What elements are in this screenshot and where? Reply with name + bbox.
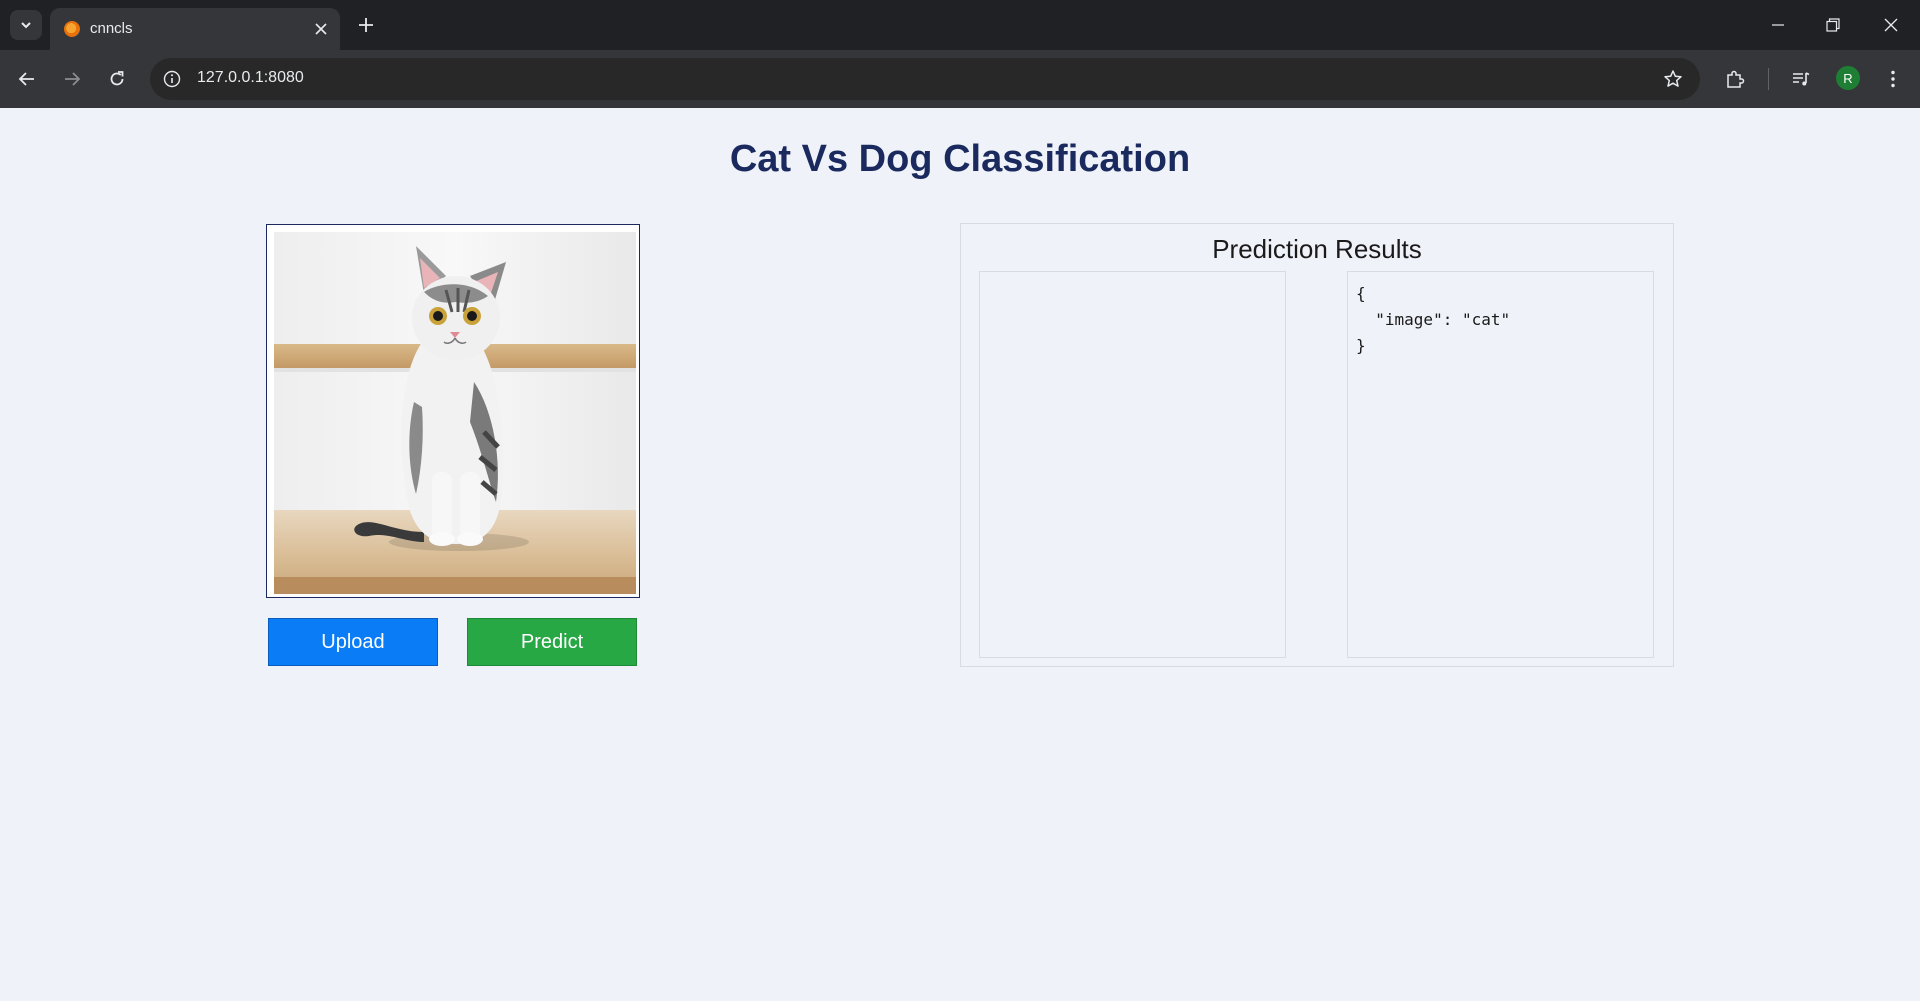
back-button[interactable] <box>11 63 43 95</box>
tab-search-button[interactable] <box>10 10 42 40</box>
favicon-icon <box>64 21 80 37</box>
media-button[interactable] <box>1785 63 1817 95</box>
restore-button[interactable] <box>1810 0 1856 50</box>
extensions-button[interactable] <box>1719 63 1751 95</box>
minimize-button[interactable] <box>1755 0 1801 50</box>
browser-tab[interactable]: cnncls <box>50 8 340 50</box>
forward-button[interactable] <box>56 63 88 95</box>
bookmark-star-icon[interactable] <box>1662 68 1684 90</box>
predict-button[interactable]: Predict <box>467 618 637 666</box>
tab-close-button[interactable] <box>310 18 332 40</box>
close-icon <box>315 23 327 35</box>
more-menu-icon <box>1891 70 1895 88</box>
uploaded-image-frame <box>266 224 640 598</box>
page-title: Cat Vs Dog Classification <box>729 138 1191 180</box>
forward-arrow-icon <box>65 72 81 86</box>
cat-photo <box>274 232 636 594</box>
media-icon <box>1793 72 1810 86</box>
reload-button[interactable] <box>101 63 133 95</box>
window-close-button[interactable] <box>1868 0 1914 50</box>
minimize-icon <box>1772 24 1784 26</box>
browser-tab-bar: cnncls <box>0 0 1920 50</box>
results-title: Prediction Results <box>1212 234 1422 264</box>
result-json-box: { "image": "cat" } <box>1347 271 1654 658</box>
restore-icon <box>1826 18 1840 32</box>
toolbar-divider <box>1768 68 1769 90</box>
tab-search-icon <box>21 22 31 29</box>
extensions-icon <box>1727 70 1745 88</box>
result-image-box <box>979 271 1286 658</box>
close-icon <box>1884 18 1898 32</box>
address-bar[interactable]: 127.0.0.1:8080 <box>150 58 1700 100</box>
upload-button[interactable]: Upload <box>268 618 438 666</box>
plus-icon <box>359 18 373 32</box>
result-json-text: { "image": "cat" } <box>1356 284 1511 355</box>
browser-toolbar: 127.0.0.1:8080 R <box>0 50 1920 108</box>
more-menu-button[interactable] <box>1877 63 1909 95</box>
back-arrow-icon <box>18 72 34 86</box>
tab-title: cnncls <box>90 20 133 37</box>
reload-icon <box>110 71 124 86</box>
new-tab-button[interactable] <box>352 11 380 39</box>
url-text[interactable]: 127.0.0.1:8080 <box>197 69 304 87</box>
info-icon[interactable] <box>162 69 182 89</box>
profile-avatar[interactable]: R <box>1836 66 1860 90</box>
prediction-results-panel: Prediction Results { "image": "cat" } <box>960 223 1674 667</box>
